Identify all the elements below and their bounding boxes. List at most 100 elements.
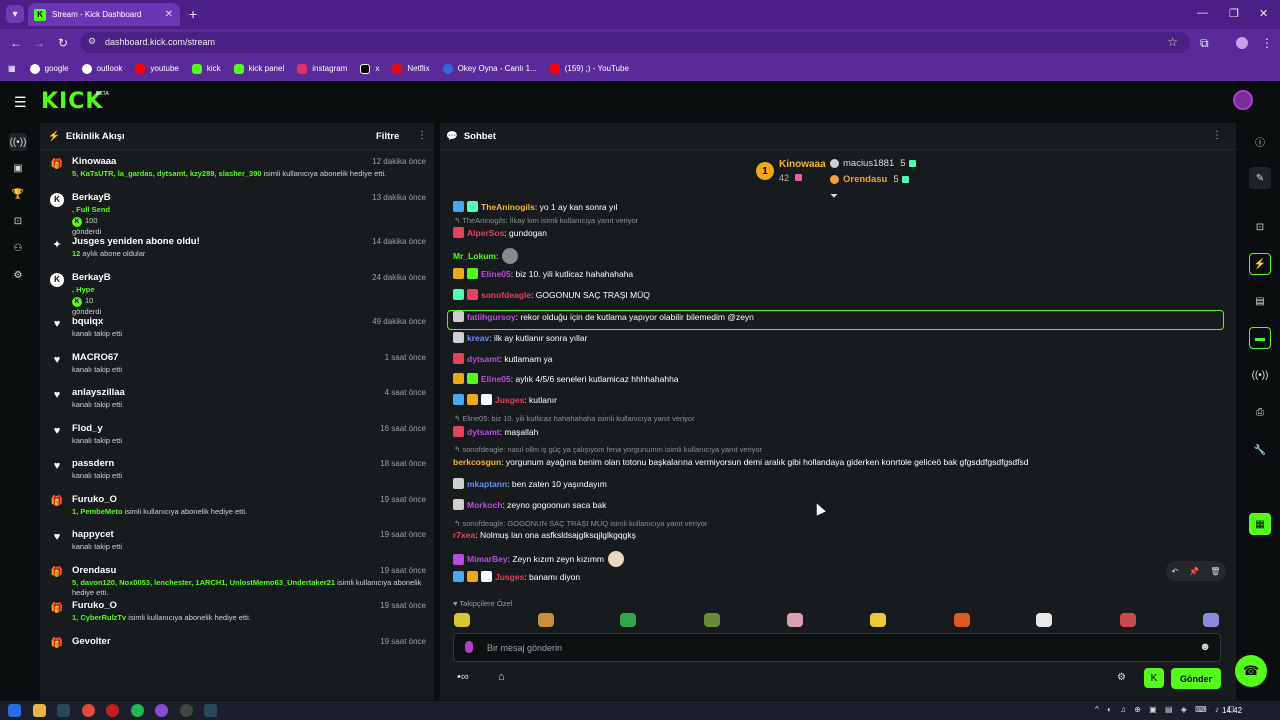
activity-item[interactable]: 🎁 Furuko_O 19 saat önce 1, PembeMeto isimli… xyxy=(40,491,434,527)
settings-icon[interactable]: ⚙ xyxy=(9,266,27,284)
site-info-icon[interactable]: ⚙ xyxy=(88,36,96,47)
bookmark-kick-panel[interactable]: kick panel xyxy=(233,63,284,74)
emote-icon[interactable] xyxy=(1203,613,1219,627)
activity-username[interactable]: Orendasu xyxy=(72,565,116,576)
activity-item[interactable]: 🎁 Furuko_O 19 saat önce 1, CyberRulzTv isim… xyxy=(40,597,434,633)
send-button[interactable]: Gönder xyxy=(1171,668,1221,689)
chat-username[interactable]: Jusges xyxy=(495,395,524,405)
forward-icon[interactable]: → xyxy=(33,36,45,50)
url-field[interactable]: ⚙ dashboard.kick.com/stream ☆ xyxy=(80,32,1190,53)
obs-icon[interactable] xyxy=(180,704,193,717)
activity-username[interactable]: Furuko_O xyxy=(72,600,117,611)
moderation-icon[interactable]: ⊡ xyxy=(9,212,27,230)
activity-item[interactable]: K BerkayB 13 dakika önce, Full Send K 100 gön… xyxy=(40,189,434,236)
delete-icon[interactable]: 🗑 xyxy=(1210,567,1220,576)
activity-item[interactable]: ♥ bquiqx 49 dakika önce kanalı takip etti xyxy=(40,313,434,349)
steam-icon[interactable] xyxy=(57,704,70,717)
emote-icon[interactable] xyxy=(620,613,636,627)
chat-message[interactable]: dytsamt: kutlamam ya xyxy=(453,353,553,364)
chat-username[interactable]: dytsamt xyxy=(467,427,500,437)
chat-input-field[interactable]: Bir mesaj gönderin ☻ xyxy=(453,633,1221,662)
leaderboard-entry[interactable]: Orendasu 5 xyxy=(830,174,909,185)
bookmark-youtube-2[interactable]: (159) ;) - YouTube xyxy=(549,63,629,74)
emoji-icon[interactable]: ☻ xyxy=(1199,641,1211,653)
chat-username[interactable]: Jusges xyxy=(495,572,524,582)
reply-icon[interactable]: ↶ xyxy=(1172,567,1179,576)
emote-icon[interactable] xyxy=(787,613,803,627)
chat-message[interactable]: dytsamt: maşallah xyxy=(453,426,538,437)
bookmark-outlook[interactable]: outlook xyxy=(81,63,122,74)
chat-message[interactable]: Eline05: biz 10. yili kutlicaz hahahahah… xyxy=(453,268,633,279)
chat-username[interactable]: r7xea xyxy=(453,530,475,540)
chat-username[interactable]: TheAninogils xyxy=(481,202,535,212)
emote-icon[interactable] xyxy=(538,613,554,627)
printer-icon[interactable]: ⎙ xyxy=(1249,401,1271,423)
leaderboard-top-name[interactable]: Kinowaaa xyxy=(779,159,826,170)
opera-icon[interactable] xyxy=(106,704,119,717)
bookmark-google[interactable]: google xyxy=(29,63,69,74)
tab-close-icon[interactable]: ✕ xyxy=(165,9,173,20)
user-avatar[interactable] xyxy=(1233,90,1253,110)
new-tab-icon[interactable]: + xyxy=(189,6,197,22)
bolt-icon[interactable]: ⚡ xyxy=(1249,253,1271,275)
bookmark-youtube[interactable]: youtube xyxy=(135,63,179,74)
activity-item[interactable]: ♥ Flod_y 16 saat önce kanalı takip etti xyxy=(40,420,434,456)
document-icon[interactable]: ▤ xyxy=(1249,290,1271,312)
browser-menu-icon[interactable]: ⋮ xyxy=(1261,36,1273,50)
activity-username[interactable]: bquiqx xyxy=(72,316,103,327)
activity-item[interactable]: ♥ anlayszillaa 4 saat önce kanalı takip ett… xyxy=(40,384,434,420)
activity-username[interactable]: BerkayB xyxy=(72,272,111,283)
activity-item[interactable]: 🎁 Orendasu 19 saat önce 5, davon120, Nox005… xyxy=(40,562,434,598)
chat-username[interactable]: dytsamt xyxy=(467,354,500,364)
activity-item[interactable]: 🎁 Gevolter 19 saat önce xyxy=(40,633,434,669)
activity-item[interactable]: ♥ happycet 19 saat önce kanalı takip etti xyxy=(40,526,434,562)
chrome-icon[interactable] xyxy=(82,704,95,717)
activity-username[interactable]: Kinowaaa xyxy=(72,156,116,167)
broadcast-icon[interactable]: ((•)) xyxy=(1249,364,1271,386)
activity-item[interactable]: ♥ passdern 18 saat önce kanalı takip etti xyxy=(40,455,434,491)
profile-icon[interactable] xyxy=(1236,37,1248,49)
bookmark-instagram[interactable]: instagram xyxy=(297,63,347,74)
chat-message[interactable]: berkcosgun: yorgunum ayağına benim olan … xyxy=(453,457,1029,467)
stream-broadcast-icon[interactable]: ((•)) xyxy=(9,133,27,151)
apps-icon[interactable]: ▦ xyxy=(8,64,16,73)
activity-username[interactable]: anlayszillaa xyxy=(72,387,125,398)
activity-username[interactable]: passdern xyxy=(72,458,114,469)
chat-message[interactable]: mkaptann: ben zaten 10 yaşındayım xyxy=(453,478,607,489)
emote-icon[interactable] xyxy=(704,613,720,627)
activity-username[interactable]: MACRO67 xyxy=(72,352,118,363)
activity-item[interactable]: ♥ MACRO67 1 saat önce kanalı takip etti xyxy=(40,349,434,385)
spotify-icon[interactable] xyxy=(131,704,144,717)
chat-message[interactable]: sonofdeagle: GOGONUN SAÇ TRAŞI MÜQ xyxy=(453,289,650,300)
leaderboard-entry[interactable]: macius1881 5 xyxy=(830,158,916,169)
bookmark-star-icon[interactable]: ☆ xyxy=(1167,35,1178,49)
clapperboard-icon[interactable]: ▦ xyxy=(1249,513,1271,535)
chat-settings-icon[interactable]: ⚙ xyxy=(1117,672,1126,683)
activity-username[interactable]: Furuko_O xyxy=(72,494,117,505)
chat-username[interactable]: Eline05 xyxy=(481,269,511,279)
activity-username[interactable]: BerkayB xyxy=(72,192,111,203)
edit-icon[interactable]: ✎ xyxy=(1249,167,1271,189)
activity-username[interactable]: Flod_y xyxy=(72,423,103,434)
info-icon[interactable]: ⓘ xyxy=(1249,130,1271,152)
chat-username[interactable]: Mr_Lokum xyxy=(453,251,496,261)
activity-username[interactable]: Jusges yeniden abone oldu! xyxy=(72,236,200,247)
emote-icon[interactable] xyxy=(954,613,970,627)
bookmark-kick[interactable]: kick xyxy=(191,63,221,74)
activity-item[interactable]: 🎁 Kinowaaa 12 dakika önce 5, KaTsUTR, la_ga… xyxy=(40,153,434,189)
start-icon[interactable] xyxy=(8,704,21,717)
pin-icon[interactable]: 📌 xyxy=(1189,567,1199,576)
close-window-icon[interactable]: ✕ xyxy=(1259,7,1268,20)
chat-message[interactable]: Mr_Lokum: xyxy=(453,248,519,264)
chat-message[interactable]: TheAninogils: yo 1 ay kan sonra yıl xyxy=(453,201,618,212)
chat-username[interactable]: AlperSos xyxy=(467,228,504,238)
community-icon[interactable]: ⚇ xyxy=(9,239,27,257)
chat-message[interactable]: r7xea: Nolmuş lan ona asfksldsajglksqjlg… xyxy=(453,530,636,540)
menu-icon[interactable]: ☰ xyxy=(14,94,27,111)
chat-message[interactable]: Jusges: banamı diyon xyxy=(453,571,580,582)
chat-message[interactable]: Morkoch: zeyno gogoonun saca bak xyxy=(453,499,606,510)
chat-icon[interactable]: ▬ xyxy=(1249,327,1271,349)
chat-more-icon[interactable]: ⋮ xyxy=(1212,130,1222,141)
file-explorer-icon[interactable] xyxy=(33,704,46,717)
kick-logo[interactable]: KICK xyxy=(41,89,103,114)
